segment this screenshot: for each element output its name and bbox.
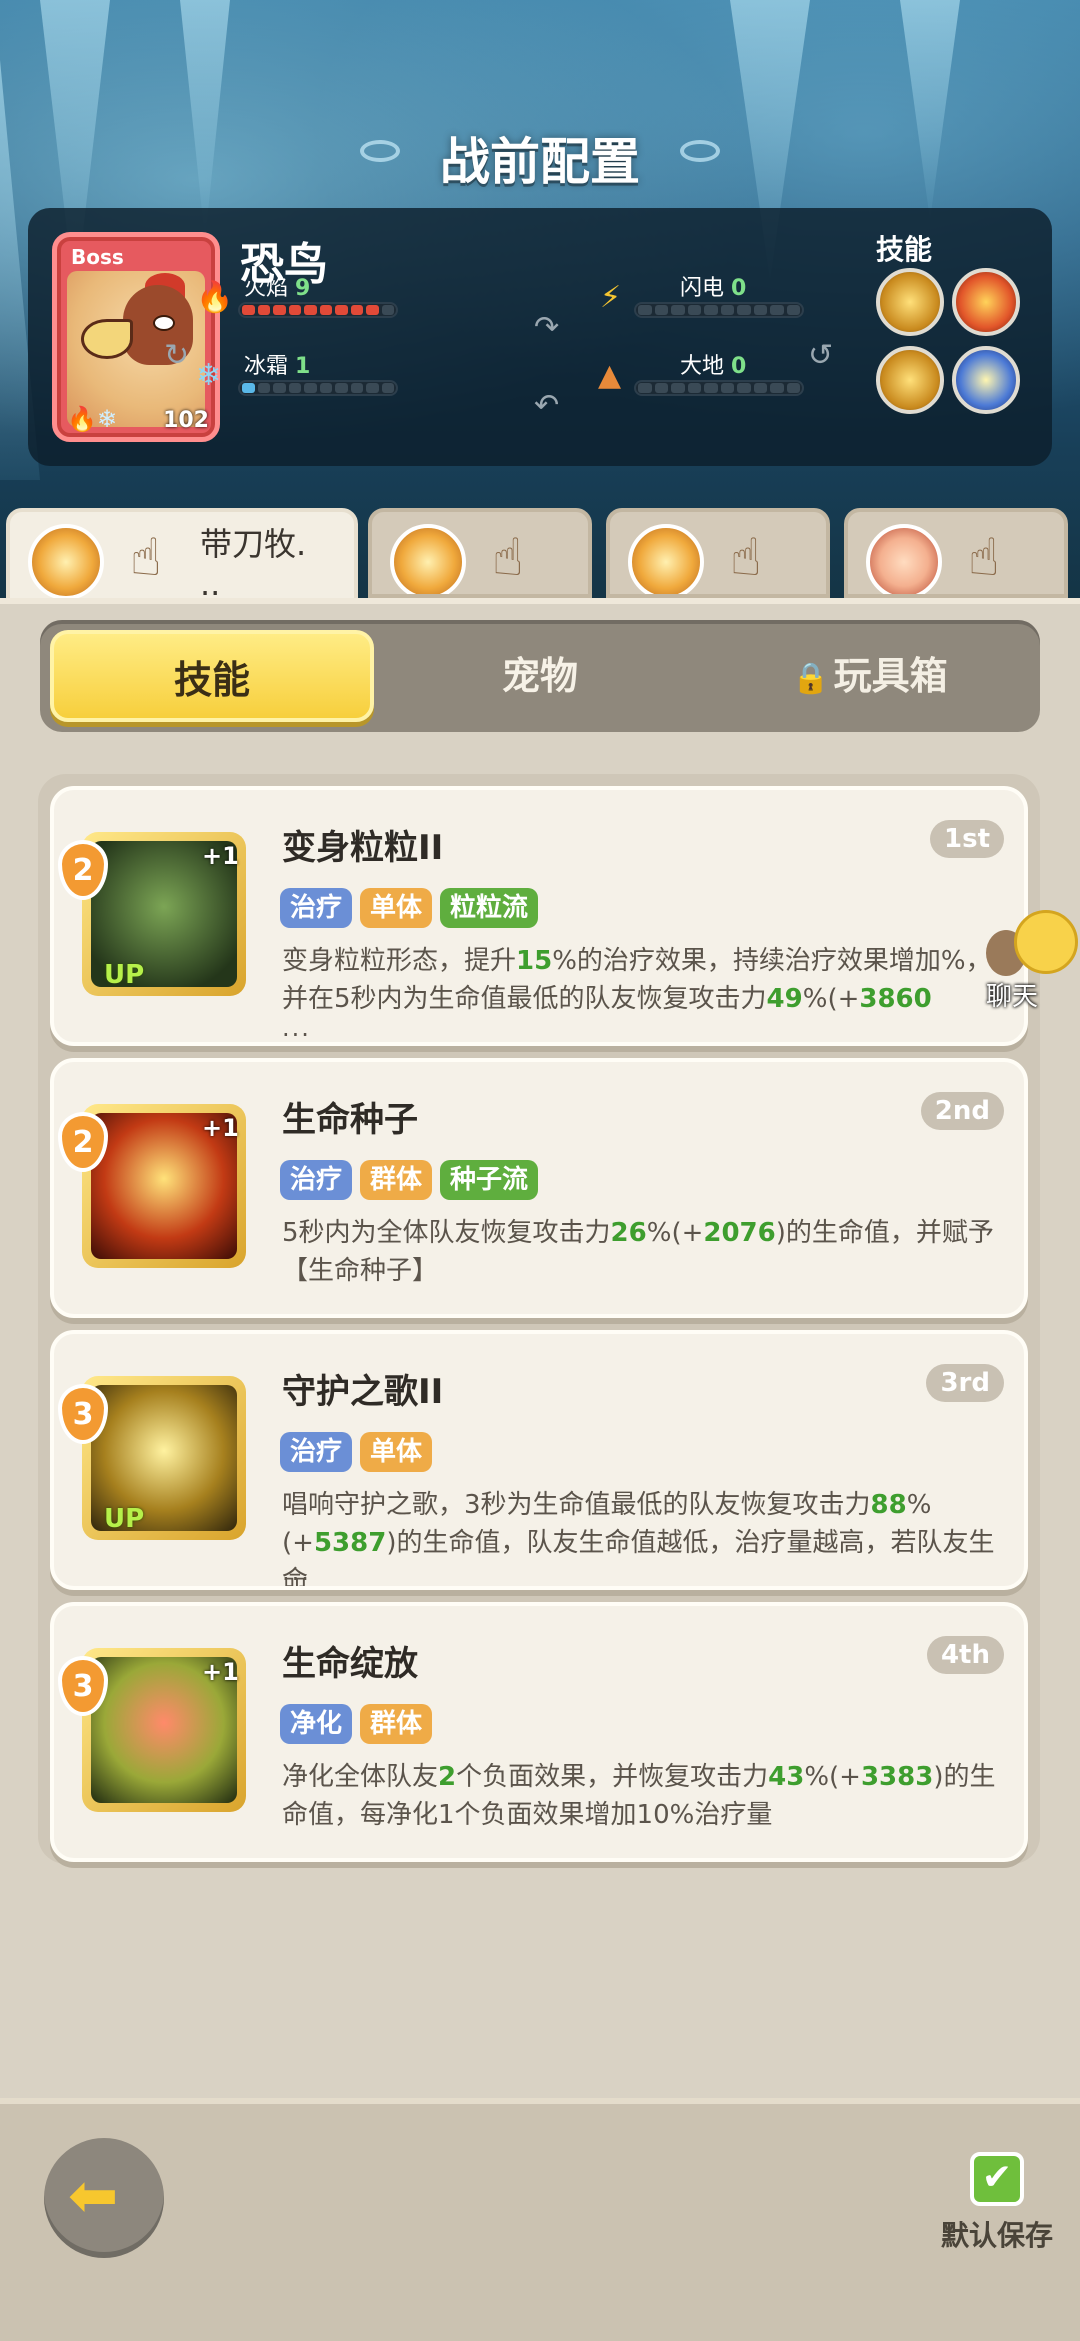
skill-up-badge: UP xyxy=(104,960,145,990)
stat-fire-label: 火焰 9 xyxy=(244,276,311,301)
boss-tag: Boss xyxy=(71,245,124,269)
boss-skill-2-icon[interactable] xyxy=(952,268,1020,336)
earth-bar xyxy=(634,380,804,396)
skill-list: 2 +1 UP 变身粒粒II 1st 治疗 单体 粒粒流 变身粒粒形态，提升15… xyxy=(38,774,1040,1864)
skill-tag: 治疗 xyxy=(280,888,353,928)
boss-skills-label: 技能 xyxy=(876,233,933,266)
skill-tags: 治疗 群体 种子流 xyxy=(280,1160,539,1200)
skill-plus-level: +1 xyxy=(202,842,239,870)
boss-level: 102 xyxy=(163,408,209,433)
skill-description-ellipsis: ... xyxy=(282,1014,311,1042)
skill-tag: 净化 xyxy=(280,1704,353,1744)
cycle-arrow-icon: ↺ xyxy=(808,338,834,373)
team-tab-1[interactable]: ☝ 带刀牧. .. xyxy=(6,508,358,604)
tab-pets[interactable]: 宠物 xyxy=(420,630,660,722)
fire-icon: 🔥 xyxy=(196,280,234,315)
skill-tag: 治疗 xyxy=(280,1432,353,1472)
boss-skill-1-icon[interactable] xyxy=(876,268,944,336)
boss-info-panel: Boss 🔥❄ 102 恐鸟 火焰 9 🔥 闪电 0 ⚡ 冰霜 1 ❄ 大地 0… xyxy=(28,208,1052,466)
ice-bar xyxy=(238,380,398,396)
boss-portrait-card[interactable]: Boss 🔥❄ 102 xyxy=(52,232,220,442)
cycle-arrow-icon: ↷ xyxy=(534,310,560,345)
tab-toys-label: 玩具箱 xyxy=(833,654,948,698)
skill-tag: 群体 xyxy=(360,1160,433,1200)
team-tab-3[interactable]: ☝ xyxy=(606,508,830,598)
segmented-control: 技能 宠物 🔒 玩具箱 xyxy=(40,620,1040,732)
skill-plus-level: +1 xyxy=(202,1658,239,1686)
skill-tags: 治疗 单体 xyxy=(280,1432,433,1472)
lightning-icon: ⚡ xyxy=(600,280,622,315)
tap-hand-icon: ☝ xyxy=(492,528,524,588)
fire-ice-element-icon: 🔥❄ xyxy=(67,405,117,433)
skill-tag: 种子流 xyxy=(440,1160,539,1200)
skill-tag: 治疗 xyxy=(280,1160,353,1200)
skill-description-ellipsis: ... xyxy=(282,1558,311,1586)
skill-up-badge: UP xyxy=(104,1504,145,1534)
bird-eye-shape xyxy=(153,315,175,331)
skill-tags: 净化 群体 xyxy=(280,1704,433,1744)
tab-skills[interactable]: 技能 xyxy=(50,630,374,722)
cycle-arrow-icon: ↶ xyxy=(534,388,560,423)
back-arrow-icon: ⬅ xyxy=(68,2161,119,2231)
chat-mascot-icon xyxy=(1014,910,1078,974)
skill-rank-badge: 4th xyxy=(926,1636,1004,1674)
ice-icon: ❄ xyxy=(196,358,222,393)
skill-description: 净化全体队友2个负面效果，并恢复攻击力43%(+3383)的生命值，每净化1个负… xyxy=(282,1762,996,1830)
skill-tag: 群体 xyxy=(360,1704,433,1744)
tap-hand-icon: ☝ xyxy=(130,528,162,588)
skill-description: 变身粒粒形态，提升15%的治疗效果，持续治疗效果增加%，并在5秒内为生命值最低的… xyxy=(282,946,992,1014)
back-button[interactable]: ⬅ xyxy=(44,2138,164,2258)
boss-skill-3-icon[interactable] xyxy=(876,346,944,414)
skill-card[interactable]: 3 +1 生命绽放 4th 净化 群体 净化全体队友2个负面效果，并恢复攻击力4… xyxy=(50,1602,1028,1862)
skill-card[interactable]: 3 UP 守护之歌II 3rd 治疗 单体 唱响守护之歌，3秒为生命值最低的队友… xyxy=(50,1330,1028,1590)
team-member-avatar xyxy=(628,524,704,594)
skill-name: 守护之歌II xyxy=(282,1372,444,1412)
stat-ice-label: 冰霜 1 xyxy=(244,354,311,379)
default-save-label: 默认保存 xyxy=(940,2219,1053,2252)
team-member-name: 带刀牧. .. xyxy=(200,525,307,603)
team-tab-2[interactable]: ☝ xyxy=(368,508,592,598)
tap-hand-icon: ☝ xyxy=(730,528,762,588)
skill-tag: 粒粒流 xyxy=(440,888,539,928)
skill-name: 变身粒粒II xyxy=(282,828,444,868)
skill-rank-badge: 2nd xyxy=(920,1092,1004,1130)
skill-description: 5秒内为全体队友恢复攻击力26%(+2076)的生命值，并赋予【生命种子】 xyxy=(282,1218,994,1286)
skill-plus-level: +1 xyxy=(202,1114,239,1142)
team-member-avatar xyxy=(866,524,942,594)
skill-description: 唱响守护之歌，3秒为生命值最低的队友恢复攻击力88%(+5387)的生命值，队友… xyxy=(282,1490,995,1586)
tap-hand-icon: ☝ xyxy=(968,528,1000,588)
skill-tag: 单体 xyxy=(360,888,433,928)
fire-bar xyxy=(238,302,398,318)
bottom-bar: ⬅ ✔ 默认保存 xyxy=(0,2098,1080,2341)
skill-name: 生命绽放 xyxy=(282,1644,418,1684)
skill-name: 生命种子 xyxy=(282,1100,418,1140)
skill-tags: 治疗 单体 粒粒流 xyxy=(280,888,539,928)
main-panel: 技能 宠物 🔒 玩具箱 2 +1 UP 变身粒粒II 1st 治疗 单体 粒粒流 … xyxy=(0,598,1080,2098)
skill-rank-badge: 1st xyxy=(930,820,1004,858)
stat-lightning-label: 闪电 0 xyxy=(680,276,747,301)
team-member-avatar xyxy=(390,524,466,594)
lock-icon: 🔒 xyxy=(792,660,830,696)
skill-card[interactable]: 2 +1 UP 变身粒粒II 1st 治疗 单体 粒粒流 变身粒粒形态，提升15… xyxy=(50,786,1028,1046)
checkbox-checked-icon: ✔ xyxy=(970,2152,1024,2206)
chat-label: 聊天 xyxy=(986,982,1039,1012)
stat-earth-label: 大地 0 xyxy=(680,354,747,379)
chat-button[interactable]: 聊天 xyxy=(986,910,1078,1020)
skill-tag: 单体 xyxy=(360,1432,433,1472)
boss-skill-4-icon[interactable] xyxy=(952,346,1020,414)
cycle-arrow-icon: ↻ xyxy=(164,338,190,373)
page-title: 战前配置 xyxy=(440,133,640,191)
skill-card[interactable]: 2 +1 生命种子 2nd 治疗 群体 种子流 5秒内为全体队友恢复攻击力26%… xyxy=(50,1058,1028,1318)
team-tab-4[interactable]: ☝ xyxy=(844,508,1068,598)
team-member-avatar xyxy=(28,524,104,600)
lightning-bar xyxy=(634,302,804,318)
default-save-toggle[interactable]: ✔ 默认保存 xyxy=(932,2152,1062,2254)
bird-beak-shape xyxy=(81,319,133,359)
tab-toys[interactable]: 🔒 玩具箱 xyxy=(720,630,1020,722)
earth-icon: ▲ xyxy=(598,358,622,393)
skill-rank-badge: 3rd xyxy=(926,1364,1004,1402)
